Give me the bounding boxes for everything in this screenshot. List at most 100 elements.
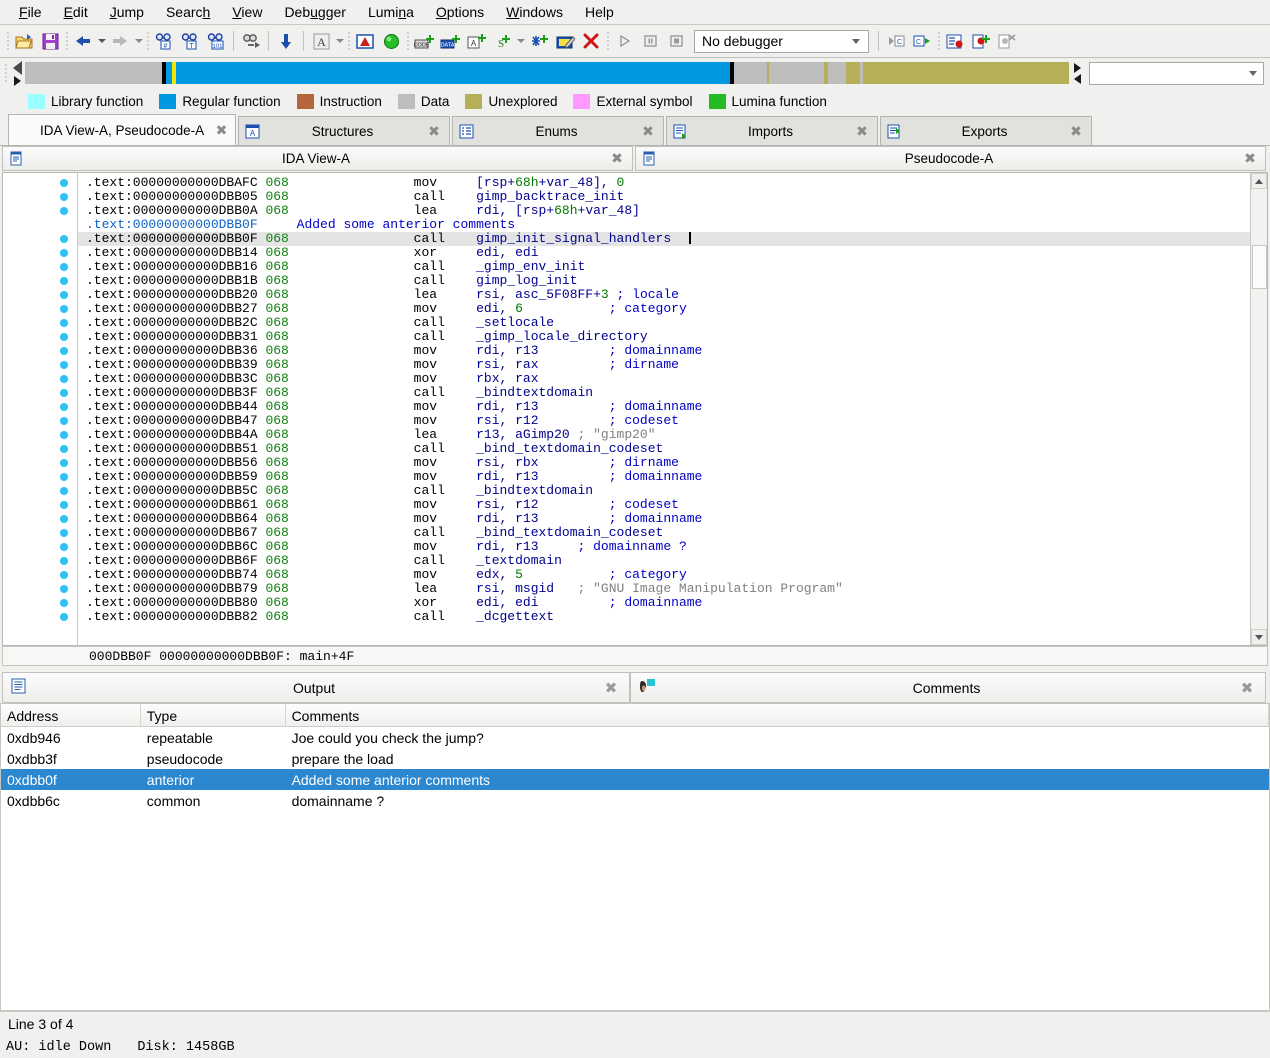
table-row[interactable]: 0xdb946repeatableJoe could you check the… — [1, 727, 1269, 748]
disassembly-line[interactable]: .text:00000000000DBB80 068 xor edi, edi … — [78, 596, 1250, 610]
disassembly-line[interactable]: .text:00000000000DBB6F 068 call _textdom… — [78, 554, 1250, 568]
delete-red-x-icon[interactable] — [578, 28, 604, 54]
menu-file[interactable]: File — [8, 2, 53, 22]
tab-structures[interactable]: AStructures✖ — [238, 116, 450, 145]
table-row[interactable]: 0xdbb6ccommondomainname ? — [1, 790, 1269, 811]
toolbar-grip-6[interactable] — [604, 29, 611, 53]
search-binary-icon[interactable]: 101 — [203, 28, 229, 54]
disassembly-line[interactable]: .text:00000000000DBB56 068 mov rsi, rbx … — [78, 456, 1250, 470]
forward-arrow-icon[interactable] — [107, 28, 133, 54]
tab-ida-view-a-pseudocode-a[interactable]: IDA View-A, Pseudocode-A✖ — [8, 114, 236, 145]
output-panel-header[interactable]: Output ✖ — [2, 672, 630, 703]
view-tab-ida-view-a[interactable]: IDA View-A✖ — [2, 146, 633, 171]
open-file-icon[interactable] — [11, 28, 37, 54]
disassembly-line[interactable]: .text:00000000000DBB31 068 call _gimp_lo… — [78, 330, 1250, 344]
disassembly-line[interactable]: .text:00000000000DBB4A 068 lea r13, aGim… — [78, 428, 1250, 442]
close-icon[interactable]: ✖ — [853, 123, 871, 140]
disassembly-line[interactable]: .text:00000000000DBB82 068 call _dcgette… — [78, 610, 1250, 624]
make-struct-icon[interactable]: S — [489, 28, 515, 54]
disassembly-line[interactable]: .text:00000000000DBB36 068 mov rdi, r13 … — [78, 344, 1250, 358]
disassembly-line[interactable]: .text:00000000000DBB1B 068 call gimp_log… — [78, 274, 1250, 288]
debugger-select[interactable]: No debugger — [694, 30, 869, 53]
down-arrow-icon[interactable] — [273, 28, 299, 54]
disassembly-line[interactable]: .text:00000000000DBB14 068 xor edi, edi — [78, 246, 1250, 260]
disassembly-line[interactable]: .text:00000000000DBB0F 068 call gimp_ini… — [78, 232, 1250, 246]
run-green-icon[interactable] — [378, 28, 404, 54]
disassembly-line[interactable]: .text:00000000000DBB74 068 mov edx, 5 ; … — [78, 568, 1250, 582]
back-arrow-icon[interactable] — [70, 28, 96, 54]
nav-scroll-right[interactable] — [1069, 59, 1085, 87]
menu-search[interactable]: Search — [155, 2, 221, 22]
nav-segment-unexplored[interactable] — [846, 62, 860, 84]
step-over-source-icon[interactable]: C — [883, 28, 909, 54]
column-header-type[interactable]: Type — [141, 704, 286, 726]
toolbar-grip-3[interactable] — [144, 29, 151, 53]
disassembly-line[interactable]: .text:00000000000DBB5C 068 call _bindtex… — [78, 484, 1250, 498]
make-ascii-icon[interactable]: A — [463, 28, 489, 54]
breakpoint-list-icon[interactable] — [942, 28, 968, 54]
ida-view-a-disassembly[interactable]: .text:00000000000DBAFC 068 mov [rsp+68h+… — [2, 172, 1268, 646]
disassembly-line[interactable]: .text:00000000000DBB79 068 lea rsi, msgi… — [78, 582, 1250, 596]
save-icon[interactable] — [37, 28, 63, 54]
warning-icon[interactable] — [352, 28, 378, 54]
nav-scroll-left[interactable] — [9, 59, 25, 87]
menu-jump[interactable]: Jump — [99, 2, 155, 22]
table-row[interactable]: 0xdbb0fanteriorAdded some anterior comme… — [1, 769, 1269, 790]
column-header-address[interactable]: Address — [1, 704, 141, 726]
disassembly-line[interactable]: .text:00000000000DBB64 068 mov rdi, r13 … — [78, 512, 1250, 526]
menu-options[interactable]: Options — [425, 2, 495, 22]
tab-imports[interactable]: Imports✖ — [666, 116, 878, 145]
nav-segment-data[interactable] — [769, 62, 824, 84]
disassembly-line[interactable]: .text:00000000000DBB39 068 mov rsi, rax … — [78, 358, 1250, 372]
edit-function-icon[interactable] — [552, 28, 578, 54]
column-header-comments[interactable]: Comments — [286, 704, 1269, 726]
nav-jump-input[interactable] — [1089, 62, 1264, 85]
make-data-icon[interactable]: DATA — [437, 28, 463, 54]
search-text-icon[interactable]: T — [177, 28, 203, 54]
disassembly-scrollbar[interactable] — [1250, 173, 1267, 645]
comments-table[interactable]: AddressTypeComments 0xdb946repeatableJoe… — [0, 703, 1270, 1011]
font-a-icon[interactable]: A — [308, 28, 334, 54]
struct-dropdown-icon[interactable] — [515, 29, 526, 53]
comments-table-body[interactable]: 0xdb946repeatableJoe could you check the… — [1, 727, 1269, 811]
add-breakpoint-icon[interactable] — [968, 28, 994, 54]
menu-view[interactable]: View — [221, 2, 273, 22]
navbar-grip[interactable] — [2, 61, 9, 85]
disassembly-line[interactable]: .text:00000000000DBB16 068 call _gimp_en… — [78, 260, 1250, 274]
disassembly-line[interactable]: .text:00000000000DBB3C 068 mov rbx, rax — [78, 372, 1250, 386]
step-into-source-icon[interactable]: C — [909, 28, 935, 54]
disassembly-line[interactable]: .text:00000000000DBB47 068 mov rsi, r12 … — [78, 414, 1250, 428]
disassembly-line[interactable]: .text:00000000000DBB27 068 mov edi, 6 ; … — [78, 302, 1250, 316]
make-union-icon[interactable] — [526, 28, 552, 54]
close-icon[interactable]: ✖ — [608, 150, 626, 167]
nav-segment-data[interactable] — [25, 62, 162, 84]
font-dropdown-icon[interactable] — [334, 29, 345, 53]
disassembly-line[interactable]: .text:00000000000DBB44 068 mov rdi, r13 … — [78, 400, 1250, 414]
disassembly-line[interactable]: .text:00000000000DBB20 068 lea rsi, asc_… — [78, 288, 1250, 302]
delete-breakpoint-icon[interactable] — [994, 28, 1020, 54]
nav-segment-data[interactable] — [828, 62, 846, 84]
disassembly-line[interactable]: .text:00000000000DBB67 068 call _bind_te… — [78, 526, 1250, 540]
close-icon[interactable]: ✖ — [639, 123, 657, 140]
disassembly-line[interactable]: .text:00000000000DBB2C 068 call _setloca… — [78, 316, 1250, 330]
stop-icon[interactable] — [663, 28, 689, 54]
disassembly-line[interactable]: .text:00000000000DBB59 068 mov rdi, r13 … — [78, 470, 1250, 484]
disassembly-line[interactable]: .text:00000000000DBB61 068 mov rsi, r12 … — [78, 498, 1250, 512]
scrollbar-thumb[interactable] — [1252, 245, 1267, 289]
comments-panel-header[interactable]: Comments ✖ — [630, 672, 1266, 703]
view-tab-pseudocode-a[interactable]: Pseudocode-A✖ — [635, 146, 1266, 171]
tab-exports[interactable]: Exports✖ — [880, 116, 1092, 145]
pause-icon[interactable] — [637, 28, 663, 54]
close-icon[interactable]: ✖ — [601, 679, 621, 697]
nav-segment-regular-function[interactable] — [176, 62, 730, 84]
close-icon[interactable]: ✖ — [1241, 150, 1259, 167]
make-code-icon[interactable]: CODE — [411, 28, 437, 54]
disassembly-code-area[interactable]: .text:00000000000DBAFC 068 mov [rsp+68h+… — [77, 173, 1250, 645]
close-icon[interactable]: ✖ — [1067, 123, 1085, 140]
play-icon[interactable] — [611, 28, 637, 54]
search-hash-icon[interactable]: # — [151, 28, 177, 54]
close-icon[interactable]: ✖ — [214, 122, 229, 139]
disassembly-line[interactable]: .text:00000000000DBB51 068 call _bind_te… — [78, 442, 1250, 456]
jump-to-icon[interactable] — [238, 28, 264, 54]
nav-segment-unexplored[interactable] — [863, 62, 1069, 84]
